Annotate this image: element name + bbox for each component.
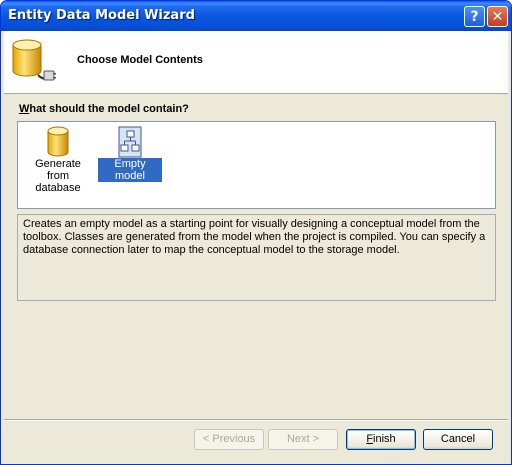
option-label: Empty model: [98, 158, 162, 182]
question-mnemonic: W: [19, 103, 30, 115]
previous-button[interactable]: < Previous: [194, 429, 264, 450]
close-button[interactable]: ✕: [487, 6, 508, 27]
window-title: Entity Data Model Wizard: [8, 8, 195, 23]
database-icon: [47, 126, 69, 157]
question-label: What should the model contain?: [19, 103, 189, 115]
empty-model-icon: [118, 126, 142, 158]
finish-button[interactable]: Finish: [346, 429, 416, 450]
cancel-button[interactable]: Cancel: [423, 429, 493, 450]
wizard-window: Entity Data Model Wizard ? ✕ Choose Mode: [0, 0, 512, 465]
question-text: hat should the model contain?: [29, 103, 189, 115]
option-label: Generate from database: [35, 158, 81, 194]
next-button[interactable]: Next >: [268, 429, 338, 450]
option-description: Creates an empty model as a starting poi…: [17, 214, 496, 301]
database-plug-icon: [12, 39, 56, 81]
help-button[interactable]: ?: [464, 6, 485, 27]
option-generate-from-database[interactable]: Generate from database: [22, 126, 94, 194]
model-contents-list[interactable]: Generate from database Empty model: [17, 121, 496, 209]
header-panel: Choose Model Contents: [4, 31, 508, 94]
finish-label: inish: [373, 433, 396, 445]
title-bar[interactable]: Entity Data Model Wizard ? ✕: [1, 1, 511, 31]
page-title: Choose Model Contents: [77, 54, 203, 66]
close-icon: ✕: [491, 8, 504, 25]
help-icon: ?: [470, 8, 479, 25]
button-separator: [4, 419, 508, 421]
option-empty-model[interactable]: Empty model: [98, 126, 162, 182]
